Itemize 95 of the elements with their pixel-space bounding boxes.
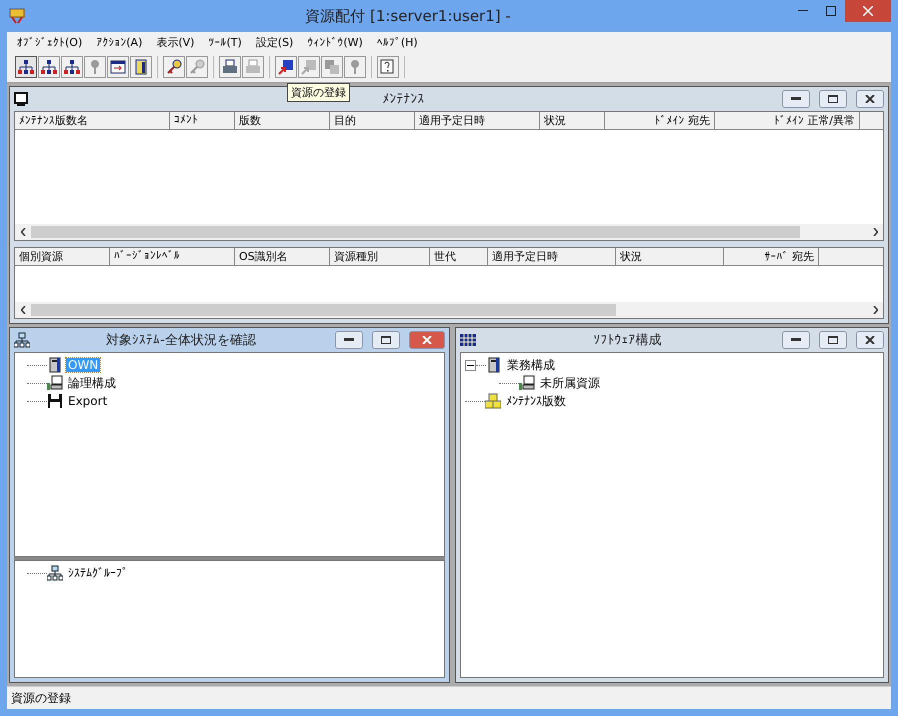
monitor-icon xyxy=(14,92,28,106)
window-title: 資源配付 [1:server1:user1] - xyxy=(304,6,512,26)
network-icon xyxy=(14,332,30,348)
column-header[interactable]: 資源種別 xyxy=(330,248,430,266)
window-icon xyxy=(110,59,126,75)
import-icon xyxy=(301,59,317,75)
network-icon xyxy=(41,59,57,75)
close-icon xyxy=(865,336,875,344)
column-header[interactable]: ｺﾒﾝﾄ xyxy=(170,112,235,130)
server-icon xyxy=(47,357,63,373)
toolbar-button[interactable] xyxy=(377,56,399,78)
maximize-icon xyxy=(826,6,836,16)
network-icon xyxy=(64,59,80,75)
key-icon xyxy=(189,59,205,75)
close-button[interactable] xyxy=(845,0,891,22)
close-icon xyxy=(863,6,873,16)
app-icon xyxy=(9,7,27,25)
toolbar-button[interactable] xyxy=(107,56,129,78)
minimize-button[interactable] xyxy=(782,90,810,108)
menu-item[interactable]: 設定(S) xyxy=(250,32,300,52)
close-icon xyxy=(422,336,432,344)
column-header[interactable]: 世代 xyxy=(430,248,488,266)
tree-item[interactable]: 論理構成 xyxy=(66,374,118,392)
server-icon xyxy=(486,357,502,373)
maximize-button[interactable] xyxy=(819,90,847,108)
tree-item[interactable]: Export xyxy=(66,394,110,408)
column-header[interactable]: 適用予定日時 xyxy=(415,112,540,130)
horizontal-scrollbar[interactable] xyxy=(15,224,883,240)
menu-item[interactable]: ｱｸｼｮﾝ(A) xyxy=(90,34,148,50)
key-icon xyxy=(166,59,182,75)
boxes-icon xyxy=(485,393,501,409)
menu-item[interactable]: ﾂｰﾙ(T) xyxy=(202,34,248,50)
column-header[interactable]: 版数 xyxy=(235,112,330,130)
menu-item[interactable]: ｳｨﾝﾄﾞｳ(W) xyxy=(301,34,369,50)
column-header[interactable]: 適用予定日時 xyxy=(488,248,616,266)
tooltip: 資源の登録 xyxy=(287,83,350,102)
help-icon xyxy=(380,59,396,75)
network-icon xyxy=(47,565,63,581)
column-header[interactable]: ﾄﾞﾒｲﾝ 正常/異常 xyxy=(715,112,860,130)
toolbar-button[interactable] xyxy=(38,56,60,78)
maximize-icon xyxy=(828,336,838,344)
minimize-icon xyxy=(791,97,801,101)
minimize-icon xyxy=(798,10,808,12)
toolbar-button[interactable] xyxy=(61,56,83,78)
import-icon xyxy=(278,59,294,75)
maximize-icon xyxy=(828,95,838,103)
close-button[interactable] xyxy=(856,90,884,108)
tree-item[interactable]: 業務構成 xyxy=(505,356,557,374)
toolbar-button[interactable] xyxy=(219,56,241,78)
column-header[interactable]: OS識別名 xyxy=(235,248,330,266)
maximize-icon xyxy=(381,336,391,344)
minimize-button[interactable] xyxy=(335,331,363,349)
toolbar-button[interactable] xyxy=(275,56,297,78)
menu-item[interactable]: ｵﾌﾞｼﾞｪｸﾄ(O) xyxy=(11,34,88,50)
grid-icon xyxy=(460,334,476,346)
printer-icon xyxy=(245,59,261,75)
chevron-left-icon[interactable] xyxy=(20,228,26,236)
menu-item[interactable]: 表示(V) xyxy=(150,32,200,52)
toolbar-button[interactable] xyxy=(15,56,37,78)
status-text: 資源の登録 xyxy=(11,690,71,706)
column-header[interactable]: 目的 xyxy=(330,112,415,130)
chevron-right-icon[interactable] xyxy=(872,306,878,314)
toolbar-button[interactable] xyxy=(163,56,185,78)
printer-icon xyxy=(222,59,238,75)
tree-item[interactable]: ｼｽﾃﾑｸﾞﾙｰﾌﾟ xyxy=(66,566,130,580)
minimize-icon xyxy=(791,338,801,342)
computer-icon xyxy=(519,375,535,391)
window-title: ｿﾌﾄｳｪｱ構成 xyxy=(594,332,662,349)
computer-icon xyxy=(47,375,63,391)
tree-item[interactable]: ﾒﾝﾃﾅﾝｽ版数 xyxy=(504,392,568,410)
chevron-left-icon[interactable] xyxy=(20,306,26,314)
column-header[interactable]: ﾒﾝﾃﾅﾝｽ版数名 xyxy=(15,112,170,130)
window-title: 対象ｼｽﾃﾑ-全体状況を確認 xyxy=(106,332,256,349)
close-icon xyxy=(865,95,875,103)
column-header[interactable]: ﾊﾞｰｼﾞｮﾝﾚﾍﾞﾙ xyxy=(110,248,235,266)
maximize-button[interactable] xyxy=(819,331,847,349)
toolbar-button[interactable] xyxy=(130,56,152,78)
minimize-button[interactable] xyxy=(782,331,810,349)
column-header[interactable]: 状況 xyxy=(540,112,605,130)
close-button[interactable] xyxy=(856,331,884,349)
column-header[interactable]: 状況 xyxy=(616,248,724,266)
maximize-button[interactable] xyxy=(372,331,400,349)
collapse-toggle[interactable] xyxy=(465,360,476,370)
chevron-right-icon[interactable] xyxy=(872,228,878,236)
minimize-icon xyxy=(344,338,354,342)
menu-item[interactable]: ﾍﾙﾌﾟ(H) xyxy=(370,34,424,50)
network-icon xyxy=(18,59,34,75)
column-header[interactable]: 個別資源 xyxy=(15,248,110,266)
window-title: ﾒﾝﾃﾅﾝｽ xyxy=(382,92,424,106)
stack-icon xyxy=(324,59,340,75)
tree-item[interactable]: 未所属資源 xyxy=(538,374,602,392)
door-icon xyxy=(133,59,149,75)
column-header[interactable]: ｻｰﾊﾞ 宛先 xyxy=(724,248,819,266)
horizontal-scrollbar[interactable] xyxy=(15,302,883,318)
column-header[interactable]: ﾄﾞﾒｲﾝ 宛先 xyxy=(605,112,715,130)
